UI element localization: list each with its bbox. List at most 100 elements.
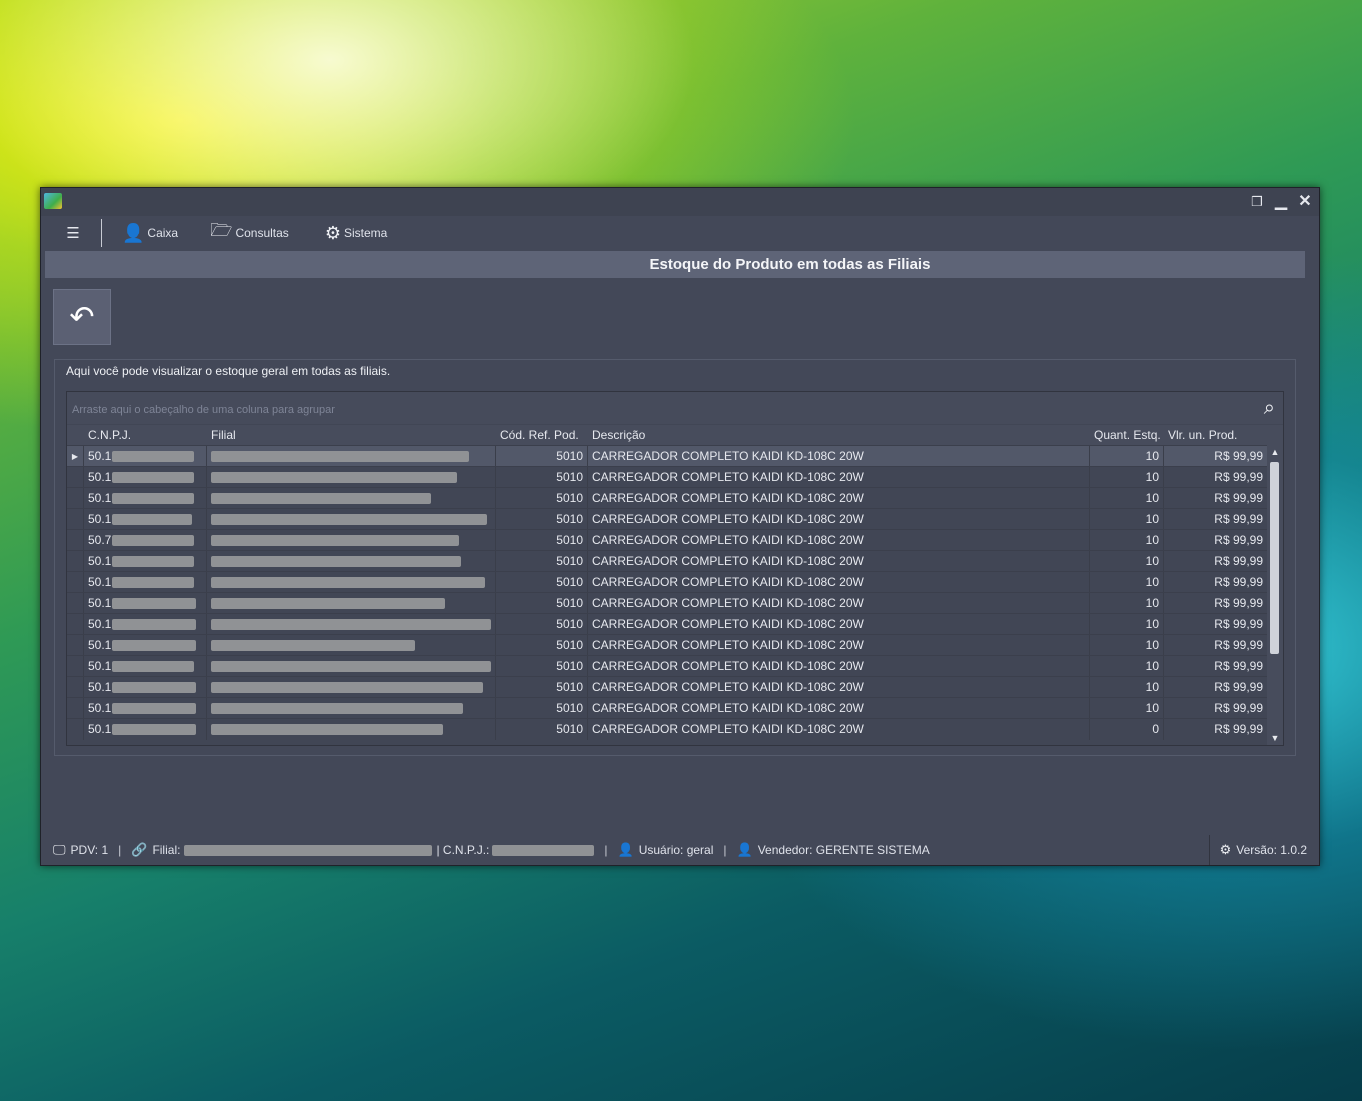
cell-descricao[interactable]: CARREGADOR COMPLETO KAIDI KD-108C 20W [588,614,1090,635]
cell-quantidade[interactable]: 10 [1090,635,1164,656]
cell-valor[interactable]: R$ 99,99 [1164,656,1267,677]
cell-quantidade[interactable]: 10 [1090,572,1164,593]
restore-icon[interactable]: ❒ [1247,192,1267,212]
cell-valor[interactable]: R$ 99,99 [1164,614,1267,635]
cell-valor[interactable]: R$ 99,99 [1164,677,1267,698]
table-row[interactable]: 50.1 5010 CARREGADOR COMPLETO KAIDI KD-108… [67,487,1267,509]
cell-descricao[interactable]: CARREGADOR COMPLETO KAIDI KD-108C 20W [588,656,1090,677]
cell-filial[interactable] [207,488,496,509]
cell-filial[interactable] [207,467,496,488]
cell-ref[interactable]: 5010 [496,467,588,488]
toolbar-item-sistema[interactable]: ⚙ Sistema [321,219,392,247]
cell-filial[interactable] [207,509,496,530]
close-icon[interactable]: ✕ [1295,192,1315,212]
scroll-thumb[interactable] [1270,462,1279,654]
cell-descricao[interactable]: CARREGADOR COMPLETO KAIDI KD-108C 20W [588,593,1090,614]
cell-descricao[interactable]: CARREGADOR COMPLETO KAIDI KD-108C 20W [588,698,1090,719]
cell-quantidade[interactable]: 10 [1090,446,1164,467]
cell-valor[interactable]: R$ 99,99 [1164,635,1267,656]
cell-ref[interactable]: 5010 [496,488,588,509]
minimize-icon[interactable]: ▁ [1271,192,1291,212]
cell-cnpj[interactable]: 50.1 [84,635,207,656]
table-row[interactable]: 50.1 5010 CARREGADOR COMPLETO KAIDI KD-108… [67,634,1267,656]
cell-filial[interactable] [207,530,496,551]
cell-descricao[interactable]: CARREGADOR COMPLETO KAIDI KD-108C 20W [588,719,1090,740]
cell-ref[interactable]: 5010 [496,509,588,530]
cell-cnpj[interactable]: 50.1 [84,698,207,719]
menu-icon[interactable]: ☰ [45,219,102,247]
cell-valor[interactable]: R$ 99,99 [1164,446,1267,467]
cell-cnpj[interactable]: 50.1 [84,467,207,488]
cell-valor[interactable]: R$ 99,99 [1164,719,1267,740]
cell-descricao[interactable]: CARREGADOR COMPLETO KAIDI KD-108C 20W [588,551,1090,572]
cell-filial[interactable] [207,677,496,698]
column-header-ref[interactable]: Cód. Ref. Pod. [496,425,588,445]
cell-valor[interactable]: R$ 99,99 [1164,467,1267,488]
cell-valor[interactable]: R$ 99,99 [1164,551,1267,572]
column-header-valor[interactable]: Vlr. un. Prod. [1164,425,1267,445]
cell-quantidade[interactable]: 10 [1090,551,1164,572]
table-row[interactable]: 50.1 5010 CARREGADOR COMPLETO KAIDI KD-108… [67,718,1267,740]
scroll-up-icon[interactable]: ▲ [1267,447,1283,457]
cell-ref[interactable]: 5010 [496,719,588,740]
cell-valor[interactable]: R$ 99,99 [1164,593,1267,614]
column-header-filial[interactable]: Filial [207,425,496,445]
cell-cnpj[interactable]: 50.1 [84,572,207,593]
back-button[interactable]: ↶ [53,289,111,345]
cell-cnpj[interactable]: 50.1 [84,551,207,572]
cell-cnpj[interactable]: 50.1 [84,446,207,467]
cell-quantidade[interactable]: 10 [1090,530,1164,551]
search-icon[interactable]: ⌕ [1264,397,1275,420]
table-row[interactable]: 50.7 5010 CARREGADOR COMPLETO KAIDI KD-108… [67,529,1267,551]
cell-filial[interactable] [207,698,496,719]
cell-descricao[interactable]: CARREGADOR COMPLETO KAIDI KD-108C 20W [588,530,1090,551]
cell-valor[interactable]: R$ 99,99 [1164,530,1267,551]
cell-valor[interactable]: R$ 99,99 [1164,488,1267,509]
table-row[interactable]: 50.1 5010 CARREGADOR COMPLETO KAIDI KD-108… [67,592,1267,614]
cell-quantidade[interactable]: 10 [1090,677,1164,698]
cell-filial[interactable] [207,656,496,677]
cell-descricao[interactable]: CARREGADOR COMPLETO KAIDI KD-108C 20W [588,446,1090,467]
column-header-quantidade[interactable]: Quant. Estq. [1090,425,1164,445]
table-row[interactable]: 50.1 5010 CARREGADOR COMPLETO KAIDI KD-108… [67,508,1267,530]
cell-cnpj[interactable]: 50.1 [84,488,207,509]
cell-valor[interactable]: R$ 99,99 [1164,509,1267,530]
cell-ref[interactable]: 5010 [496,551,588,572]
cell-filial[interactable] [207,572,496,593]
cell-quantidade[interactable]: 10 [1090,509,1164,530]
cell-quantidade[interactable]: 0 [1090,719,1164,740]
cell-ref[interactable]: 5010 [496,530,588,551]
column-header-descricao[interactable]: Descrição [588,425,1090,445]
cell-descricao[interactable]: CARREGADOR COMPLETO KAIDI KD-108C 20W [588,677,1090,698]
cell-filial[interactable] [207,551,496,572]
cell-filial[interactable] [207,446,496,467]
cell-descricao[interactable]: CARREGADOR COMPLETO KAIDI KD-108C 20W [588,509,1090,530]
cell-cnpj[interactable]: 50.7 [84,530,207,551]
cell-quantidade[interactable]: 10 [1090,656,1164,677]
cell-cnpj[interactable]: 50.1 [84,656,207,677]
cell-filial[interactable] [207,719,496,740]
cell-quantidade[interactable]: 10 [1090,698,1164,719]
cell-cnpj[interactable]: 50.1 [84,614,207,635]
cell-descricao[interactable]: CARREGADOR COMPLETO KAIDI KD-108C 20W [588,467,1090,488]
cell-quantidade[interactable]: 10 [1090,614,1164,635]
table-row[interactable]: 50.1 5010 CARREGADOR COMPLETO KAIDI KD-108… [67,655,1267,677]
cell-valor[interactable]: R$ 99,99 [1164,698,1267,719]
cell-valor[interactable]: R$ 99,99 [1164,572,1267,593]
cell-ref[interactable]: 5010 [496,446,588,467]
cell-cnpj[interactable]: 50.1 [84,509,207,530]
table-row[interactable]: 50.1 5010 CARREGADOR COMPLETO KAIDI KD-108… [67,550,1267,572]
cell-filial[interactable] [207,593,496,614]
toolbar-item-consultas[interactable]: 🗁 Consultas [206,219,293,247]
table-row[interactable]: 50.1 5010 CARREGADOR COMPLETO KAIDI KD-108… [67,466,1267,488]
cell-quantidade[interactable]: 10 [1090,488,1164,509]
table-row[interactable]: 50.1 5010 CARREGADOR COMPLETO KAIDI KD-108… [67,613,1267,635]
cell-ref[interactable]: 5010 [496,572,588,593]
cell-descricao[interactable]: CARREGADOR COMPLETO KAIDI KD-108C 20W [588,572,1090,593]
table-row[interactable]: 50.1 5010 CARREGADOR COMPLETO KAIDI KD-108… [67,676,1267,698]
cell-quantidade[interactable]: 10 [1090,593,1164,614]
cell-cnpj[interactable]: 50.1 [84,593,207,614]
column-header-cnpj[interactable]: C.N.P.J. [84,425,207,445]
group-panel[interactable]: Arraste aqui o cabeçalho de uma coluna p… [67,392,1283,424]
cell-cnpj[interactable]: 50.1 [84,719,207,740]
